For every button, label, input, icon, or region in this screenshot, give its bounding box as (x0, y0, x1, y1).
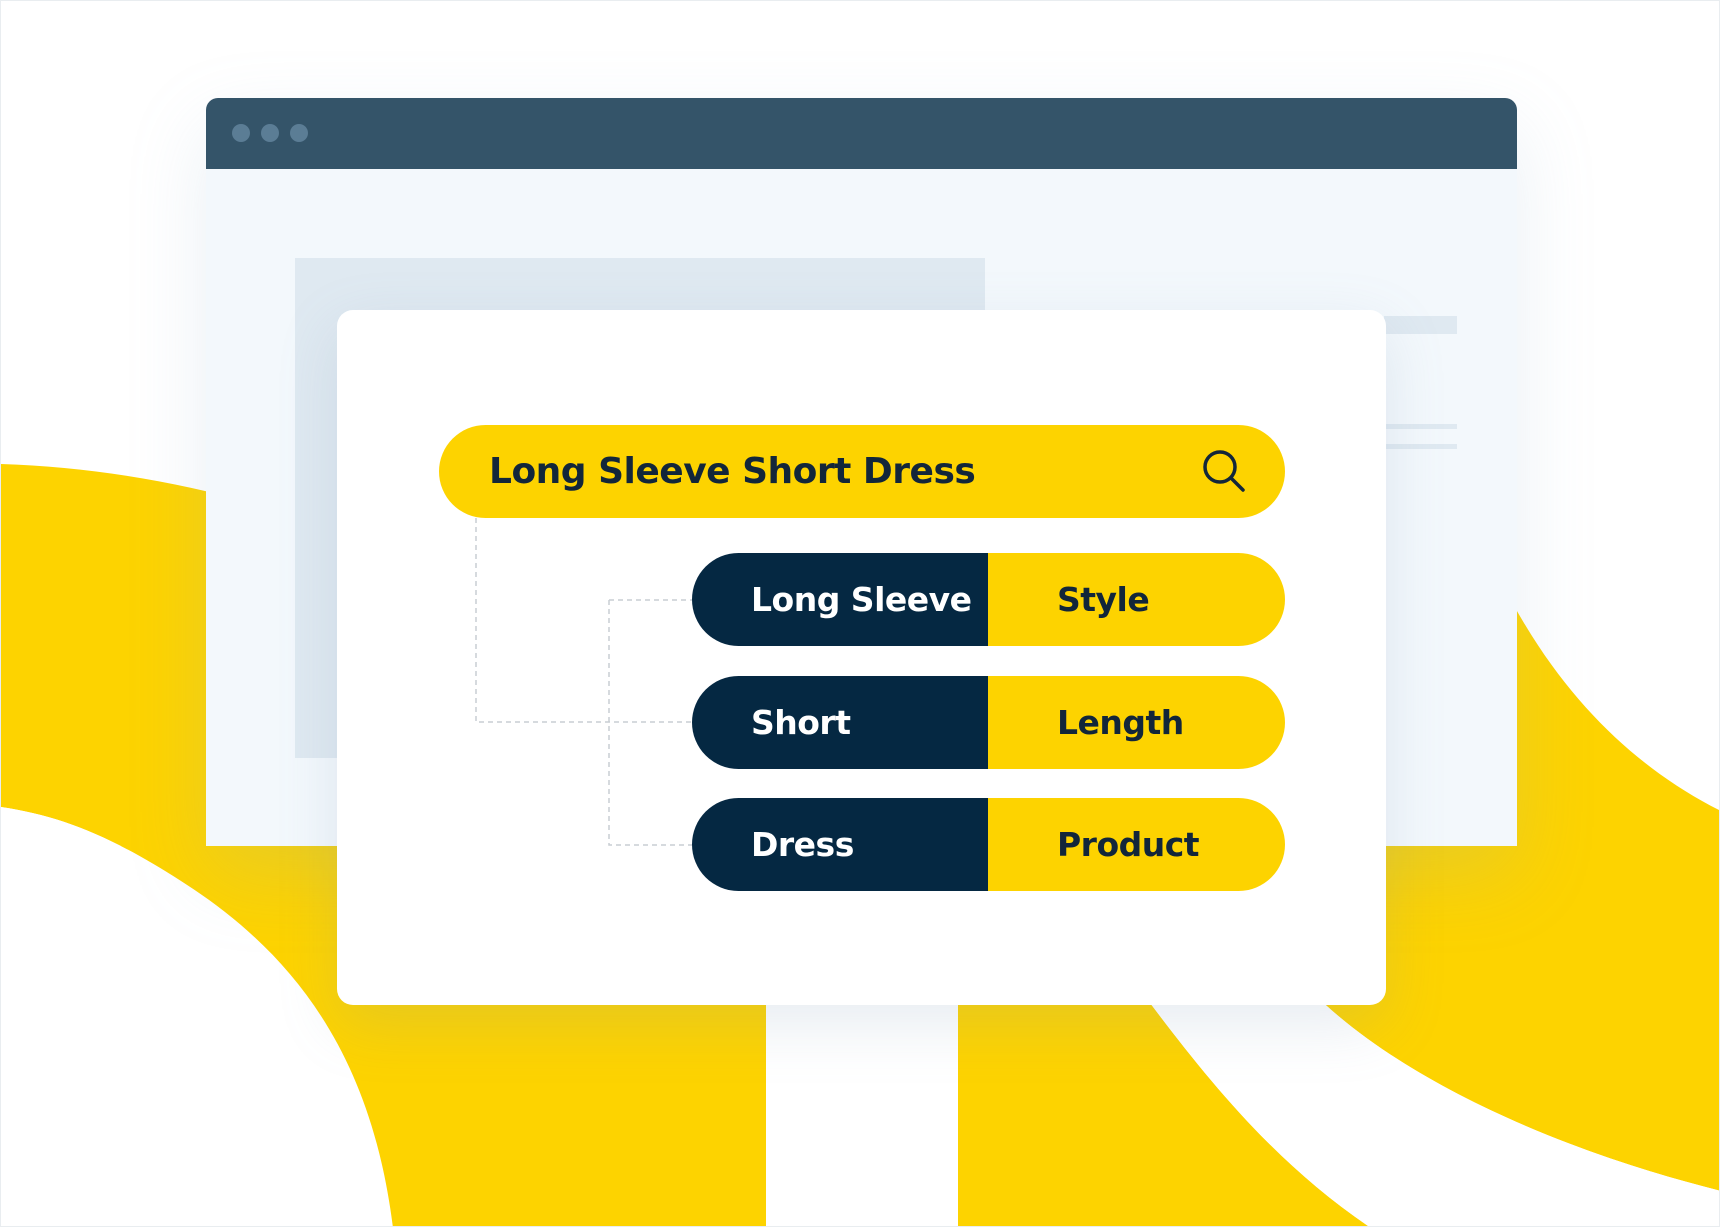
token-pill-long-sleeve: Long Sleeve Style (692, 553, 1285, 646)
search-icon[interactable] (1201, 448, 1247, 494)
token-term: Dress (692, 798, 988, 891)
token-category: Product (988, 798, 1285, 891)
search-input[interactable]: Long Sleeve Short Dress (439, 425, 1285, 518)
placeholder-heading-bar (1384, 316, 1457, 334)
connector-line-branch (608, 600, 692, 846)
token-category: Length (988, 676, 1285, 769)
placeholder-text-line (1384, 424, 1457, 429)
token-pill-dress: Dress Product (692, 798, 1285, 891)
connector-line-main (475, 518, 692, 723)
token-category: Style (988, 553, 1285, 646)
token-pill-short: Short Length (692, 676, 1285, 769)
query-parsing-card: Long Sleeve Short Dress Long Sleeve Styl… (337, 310, 1386, 1005)
connector-lines (475, 518, 692, 846)
browser-title-bar (206, 98, 1517, 169)
window-dot-icon (290, 124, 308, 142)
illustration-canvas: Long Sleeve Short Dress Long Sleeve Styl… (0, 0, 1720, 1227)
window-dot-icon (261, 124, 279, 142)
window-dot-icon (232, 124, 250, 142)
search-query-text: Long Sleeve Short Dress (489, 451, 976, 492)
token-term: Short (692, 676, 988, 769)
placeholder-text-line (1384, 444, 1457, 449)
token-term: Long Sleeve (692, 553, 988, 646)
